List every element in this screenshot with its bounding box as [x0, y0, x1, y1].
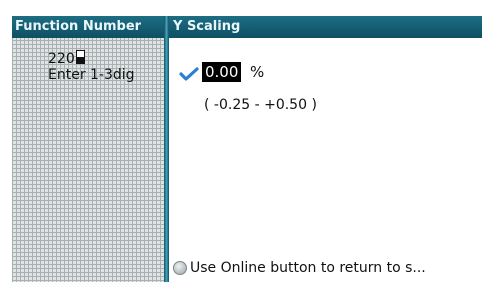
- online-button-hint: Use Online button to return to s...: [190, 260, 426, 276]
- y-scaling-unit: %: [250, 63, 265, 81]
- function-number-value: 220: [48, 51, 75, 67]
- y-scaling-value-input[interactable]: 0.00: [202, 62, 242, 82]
- panel-divider: [164, 16, 169, 282]
- y-scaling-range: ( -0.25 - +0.50 ): [204, 97, 317, 113]
- function-number-panel: [12, 16, 164, 282]
- text-cursor: [75, 50, 85, 64]
- dialog-frame: Function Number 220 Enter 1-3dig Y Scali…: [12, 16, 482, 282]
- online-button-icon: [173, 261, 187, 275]
- function-number-header: Function Number: [12, 16, 164, 38]
- function-number-input[interactable]: 220: [48, 50, 85, 67]
- function-number-hint: Enter 1-3dig: [48, 67, 135, 83]
- y-scaling-header: Y Scaling: [169, 16, 482, 38]
- checkmark-icon: [179, 67, 199, 81]
